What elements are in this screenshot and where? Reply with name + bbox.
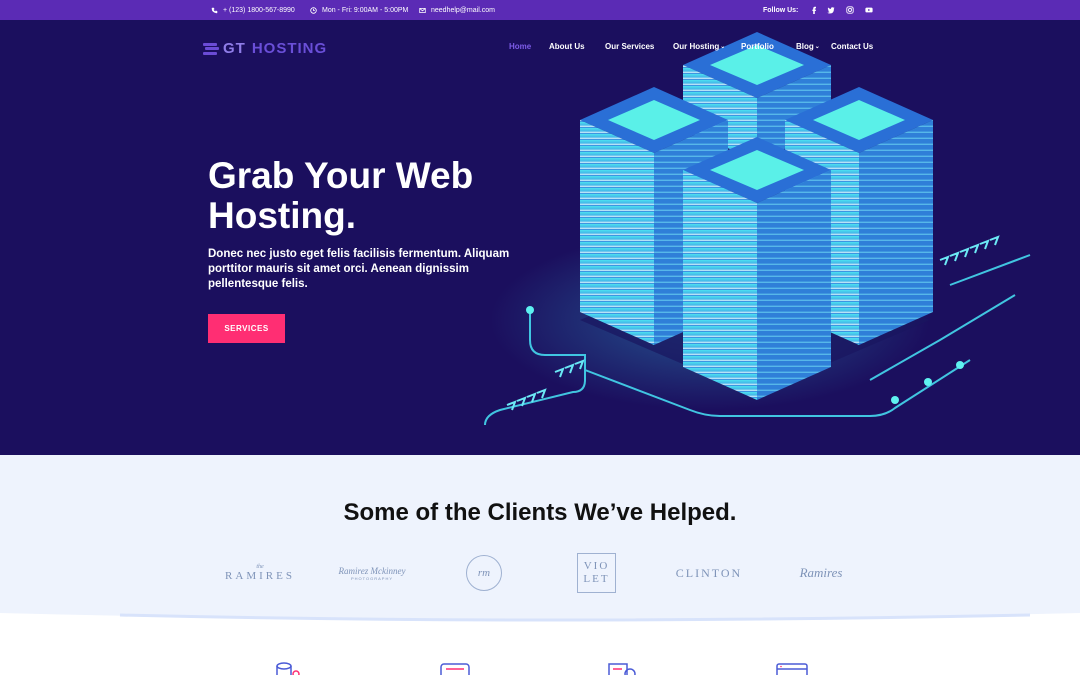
hero-subtext: Donec nec justo eget felis facilisis fer… xyxy=(208,248,510,290)
client-logo-ramires-script: Ramires xyxy=(780,555,862,591)
client-logo-ramires: the RAMIRES xyxy=(215,555,305,591)
services-button[interactable]: SERVICES xyxy=(208,314,285,343)
top-info-bar: + (123) 1800-567-8990 Mon - Fri: 9:00AM … xyxy=(0,0,1080,20)
database-icon xyxy=(276,662,300,675)
server-tower-front xyxy=(683,137,831,400)
nav-our-hosting[interactable]: Our Hosting ⌄ xyxy=(673,40,725,52)
clients-section: Some of the Clients We’ve Helped. the RA… xyxy=(0,455,1080,620)
email-address: needhelp@mail.com xyxy=(431,6,495,14)
hero-headline-line1: Grab Your Web xyxy=(208,155,474,196)
hero-headline-line2: Hosting. xyxy=(208,195,356,236)
client-ramires-script-text: Ramires xyxy=(799,565,843,580)
nav-our-services[interactable]: Our Services xyxy=(605,40,654,52)
server-illustration xyxy=(484,32,1031,426)
client-logo-mckinney: Ramirez Mckinney PHOTOGRAPHY xyxy=(330,555,414,591)
phone-contact[interactable]: + (123) 1800-567-8990 xyxy=(211,0,295,20)
phone-number: + (123) 1800-567-8990 xyxy=(223,6,295,14)
logo-mark-icon xyxy=(203,42,219,55)
nav-blog-label: Blog xyxy=(796,41,814,51)
clock-icon xyxy=(310,6,317,14)
hours-info: Mon - Fri: 9:00AM - 5:00PM xyxy=(310,0,408,20)
nav-blog[interactable]: Blog ⌄ xyxy=(796,40,820,52)
client-logo-rm: rm xyxy=(466,555,502,591)
client-violet-line2: LET xyxy=(583,573,610,585)
client-mckinney-sub: PHOTOGRAPHY xyxy=(350,575,394,581)
nav-our-hosting-label: Our Hosting xyxy=(673,41,720,51)
client-violet-line1: VIO xyxy=(583,560,610,572)
phone-icon xyxy=(211,7,218,13)
client-ramires-text: RAMIRES xyxy=(225,570,295,582)
youtube-icon[interactable] xyxy=(862,3,876,17)
nav-portfolio[interactable]: Portfolio xyxy=(741,40,774,52)
chevron-down-icon: ⌄ xyxy=(720,43,726,50)
client-logo-violet: VIO LET xyxy=(577,553,616,593)
follow-us-label: Follow Us: xyxy=(763,6,799,14)
nav-about-us[interactable]: About Us xyxy=(549,40,585,52)
client-rm-text: rm xyxy=(477,567,491,579)
mail-icon xyxy=(419,7,426,13)
site-logo[interactable]: GT HOSTING xyxy=(203,40,327,57)
section-wave-divider xyxy=(0,613,1080,635)
server-icon xyxy=(440,663,470,675)
document-icon xyxy=(608,663,636,675)
client-mckinney-text: Ramirez Mckinney xyxy=(338,565,406,576)
email-contact[interactable]: needhelp@mail.com xyxy=(419,0,495,20)
business-hours: Mon - Fri: 9:00AM - 5:00PM xyxy=(322,6,409,14)
hero-headline: Grab Your Web Hosting. xyxy=(208,156,548,236)
nav-contact-us[interactable]: Contact Us xyxy=(831,40,873,52)
facebook-icon[interactable] xyxy=(807,3,821,17)
client-clinton-text: CLINTON xyxy=(675,565,743,580)
browser-window-icon xyxy=(776,663,808,675)
nav-home[interactable]: Home xyxy=(509,40,531,52)
logo-text-hosting: HOSTING xyxy=(251,40,328,57)
client-logo-clinton: CLINTON xyxy=(668,555,750,591)
instagram-icon[interactable] xyxy=(843,3,857,17)
chevron-down-icon: ⌄ xyxy=(814,43,820,50)
hero-section: GT HOSTING Home About Us Our Services Ou… xyxy=(0,20,1080,455)
logo-text-gt: GT xyxy=(223,40,246,57)
twitter-icon[interactable] xyxy=(824,3,838,17)
clients-title: Some of the Clients We’ve Helped. xyxy=(343,499,737,526)
